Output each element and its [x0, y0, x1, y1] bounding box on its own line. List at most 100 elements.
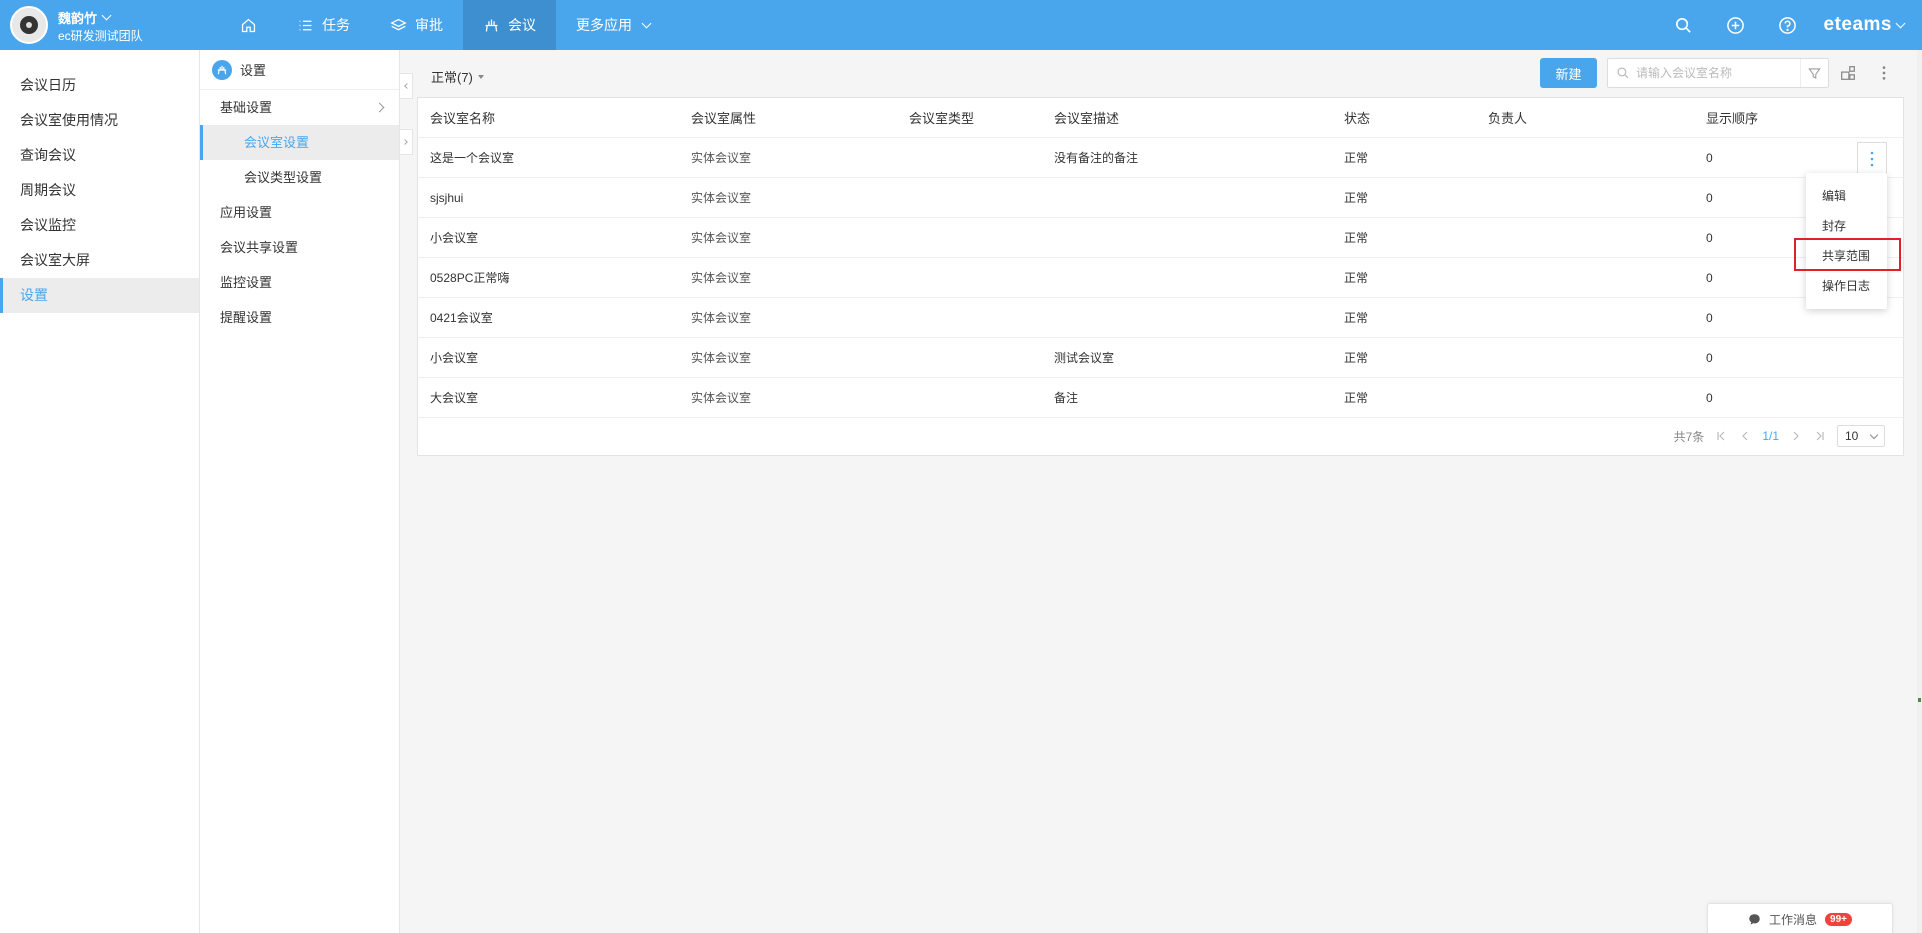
table-row[interactable]: 小会议室 实体会议室 正常 0 [418, 218, 1903, 258]
nav-meeting[interactable]: 会议 [463, 0, 556, 50]
top-right-actions: eteams [1658, 0, 1922, 50]
chat-icon [1749, 914, 1760, 925]
room-status: 正常 [1344, 231, 1369, 245]
nav-tasks[interactable]: 任务 [277, 0, 370, 50]
column-header[interactable]: 会议室类型 [897, 108, 1042, 127]
chevron-down-icon [1869, 430, 1879, 439]
menu-item-operation-log[interactable]: 操作日志 [1806, 271, 1887, 301]
room-table: 会议室名称 会议室属性 会议室类型 会议室描述 状态 负责人 显示顺序 这是一个… [417, 97, 1904, 456]
table-row[interactable]: sjsjhui 实体会议室 正常 0 [418, 178, 1903, 218]
sidebar-item-room-usage[interactable]: 会议室使用情况 [0, 103, 199, 138]
room-attribute: 实体会议室 [691, 271, 752, 285]
first-page-button[interactable] [1714, 429, 1728, 443]
row-more-button[interactable] [1857, 142, 1887, 174]
table-row[interactable]: 0421会议室 实体会议室 正常 0 [418, 298, 1903, 338]
menu-item-monitor-settings[interactable]: 监控设置 [200, 265, 399, 300]
search-input[interactable] [1636, 66, 1800, 80]
table-header: 会议室名称 会议室属性 会议室类型 会议室描述 状态 负责人 显示顺序 [418, 98, 1903, 138]
menu-item-share-settings[interactable]: 会议共享设置 [200, 230, 399, 265]
meeting-icon [485, 19, 498, 32]
toolbar: 正常(7) 新建 [417, 50, 1904, 97]
first-page-icon [1717, 431, 1725, 441]
column-header[interactable]: 负责人 [1476, 108, 1694, 127]
search-icon [1676, 17, 1691, 33]
menu-item-edit[interactable]: 编辑 [1806, 181, 1887, 211]
page-size-select[interactable]: 10 [1837, 425, 1885, 447]
more-vertical-icon[interactable] [1875, 64, 1893, 82]
room-status: 正常 [1344, 271, 1369, 285]
nav-home[interactable] [220, 0, 277, 50]
room-status: 正常 [1344, 391, 1369, 405]
last-page-button[interactable] [1813, 429, 1827, 443]
left-sidebar: 会议日历 会议室使用情况 查询会议 周期会议 会议监控 会议室大屏 设置 [0, 50, 200, 933]
layout-grid-icon[interactable] [1839, 64, 1857, 82]
help-icon [1779, 16, 1796, 34]
menu-item-app-settings[interactable]: 应用设置 [200, 195, 399, 230]
room-description: 没有备注的备注 [1054, 151, 1139, 165]
search-box [1607, 58, 1829, 88]
search-button[interactable] [1658, 0, 1710, 50]
sidebar-item-room-screen[interactable]: 会议室大屏 [0, 243, 199, 278]
table-row[interactable]: 大会议室 实体会议室 备注 正常 0 [418, 378, 1903, 418]
menu-item-meeting-type-settings[interactable]: 会议类型设置 [200, 160, 399, 195]
menu-item-reminder-settings[interactable]: 提醒设置 [200, 300, 399, 335]
column-header[interactable]: 状态 [1332, 108, 1476, 127]
scrollbar-marker [1918, 698, 1921, 702]
column-header[interactable]: 会议室属性 [679, 108, 897, 127]
filter-button[interactable] [1800, 59, 1828, 87]
room-attribute: 实体会议室 [691, 391, 752, 405]
menu-item-basic-settings[interactable]: 基础设置 [200, 90, 399, 125]
avatar[interactable] [10, 6, 48, 44]
new-button[interactable]: 新建 [1540, 58, 1597, 88]
caret-down-icon [477, 74, 484, 79]
add-button[interactable] [1710, 0, 1762, 50]
filter-icon [1808, 67, 1821, 79]
display-order: 0 [1706, 390, 1713, 405]
menu-collapse-toggle[interactable] [400, 73, 413, 99]
room-name: 0528PC正常嗨 [430, 271, 510, 285]
settings-menu-header: 设置 [200, 50, 399, 90]
menu-expand-toggle[interactable] [400, 129, 413, 155]
display-order: 0 [1706, 310, 1713, 325]
next-page-button[interactable] [1789, 429, 1803, 443]
sidebar-item-recurring[interactable]: 周期会议 [0, 173, 199, 208]
table-row[interactable]: 这是一个会议室 实体会议室 没有备注的备注 正常 0 [418, 138, 1903, 178]
column-header[interactable]: 会议室描述 [1042, 108, 1332, 127]
room-attribute: 实体会议室 [691, 151, 752, 165]
column-header[interactable]: 会议室名称 [418, 108, 679, 127]
room-status: 正常 [1344, 351, 1369, 365]
chevron-left-icon [404, 83, 410, 89]
sidebar-item-search-meeting[interactable]: 查询会议 [0, 138, 199, 173]
plus-circle-icon [1727, 16, 1744, 34]
search-icon [1617, 67, 1629, 79]
sidebar-item-calendar[interactable]: 会议日历 [0, 68, 199, 103]
room-name: 小会议室 [430, 231, 479, 245]
main-content: 正常(7) 新建 会议室名称 会议室属性 会议室类型 会议室描述 状态 负责人 … [417, 50, 1904, 456]
prev-page-button[interactable] [1738, 429, 1752, 443]
brand-logo[interactable]: eteams [1814, 14, 1922, 36]
table-row[interactable]: 0528PC正常嗨 实体会议室 正常 0 [418, 258, 1903, 298]
column-header[interactable]: 显示顺序 [1694, 108, 1903, 127]
status-filter[interactable]: 正常(7) [431, 67, 484, 86]
work-message-button[interactable]: 工作消息 99+ [1707, 903, 1893, 933]
room-name: 大会议室 [430, 391, 479, 405]
sidebar-item-settings[interactable]: 设置 [0, 278, 199, 313]
scrollbar[interactable] [1917, 50, 1922, 933]
table-row[interactable]: 小会议室 实体会议室 测试会议室 正常 0 [418, 338, 1903, 378]
menu-item-archive[interactable]: 封存 [1806, 211, 1887, 241]
room-name: 这是一个会议室 [430, 151, 515, 165]
settings-logo-icon [212, 59, 232, 80]
room-name: 小会议室 [430, 351, 479, 365]
last-page-icon [1816, 431, 1824, 441]
more-vertical-icon [1870, 151, 1874, 166]
user-name[interactable]: 魏韵竹 [58, 8, 112, 27]
room-name: 0421会议室 [430, 311, 493, 325]
sidebar-item-monitor[interactable]: 会议监控 [0, 208, 199, 243]
help-button[interactable] [1762, 0, 1814, 50]
main-nav: 任务 审批 会议 更多应用 [220, 0, 670, 50]
menu-item-room-settings[interactable]: 会议室设置 [200, 125, 399, 160]
nav-more-apps[interactable]: 更多应用 [556, 0, 670, 50]
room-attribute: 实体会议室 [691, 191, 752, 205]
chevron-down-icon [1895, 18, 1906, 28]
nav-approval[interactable]: 审批 [370, 0, 463, 50]
